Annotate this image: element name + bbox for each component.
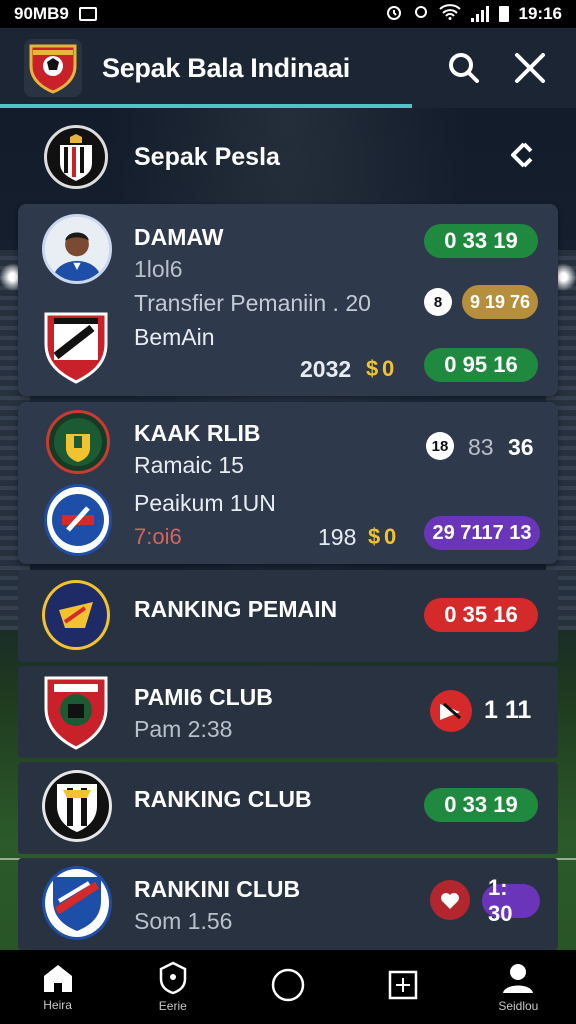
wifi-icon bbox=[438, 3, 461, 25]
flag-icon bbox=[430, 690, 472, 732]
stats-pill: 0 95 16 bbox=[424, 348, 538, 382]
coin-icon: $ bbox=[366, 356, 379, 381]
club-note: 7:oi6 bbox=[134, 524, 182, 549]
row-title: PAMI6 CLUB bbox=[134, 684, 273, 710]
circle-icon bbox=[271, 968, 305, 1002]
app-bar: Sepak Bala Indinaai bbox=[0, 28, 576, 108]
share-icon[interactable] bbox=[504, 139, 536, 176]
app-title: Sepak Bala Indinaai bbox=[102, 52, 350, 83]
status-bar: 90MB9 19:16 bbox=[0, 0, 576, 28]
status-time: 19:16 bbox=[518, 4, 562, 23]
club-crest-icon bbox=[42, 866, 112, 940]
nav-clubs[interactable]: Eerie bbox=[128, 961, 218, 1013]
section-header: Sepak Pesla bbox=[0, 114, 576, 200]
heart-shield-icon bbox=[430, 880, 470, 920]
nav-add[interactable] bbox=[358, 969, 448, 1005]
shield-icon bbox=[159, 961, 187, 995]
club-crest-icon bbox=[42, 310, 110, 384]
signal-icon bbox=[470, 6, 489, 22]
club-crest-icon bbox=[44, 484, 112, 556]
player-position: BemAin bbox=[134, 324, 215, 350]
score-b: 36 bbox=[508, 434, 534, 460]
score-pill: 0 33 19 bbox=[424, 224, 538, 258]
status-left-text: 90MB9 bbox=[14, 4, 69, 23]
club-secondary: Peaikum 1UN bbox=[134, 490, 276, 516]
row-badge: 1 11 bbox=[484, 696, 532, 724]
club-name: KAAK RLIB bbox=[134, 420, 261, 446]
nav-label: Eerie bbox=[158, 999, 187, 1013]
add-square-icon bbox=[388, 970, 418, 1000]
score-a: 83 bbox=[468, 434, 494, 460]
list-item[interactable]: RANKING PEMAIN 0 35 16 bbox=[18, 570, 558, 662]
vibrate-icon bbox=[413, 3, 429, 26]
transfer-label: Transfier Pemaniin . 20 bbox=[134, 290, 371, 316]
alarm-icon bbox=[385, 3, 403, 26]
player-name: DAMAW bbox=[134, 224, 224, 250]
nav-label: Seidlou bbox=[498, 999, 539, 1013]
club-crest-icon bbox=[44, 125, 108, 189]
row-subtitle: Pam 2:38 bbox=[134, 716, 233, 742]
stats-pill: 1: 30 bbox=[482, 875, 540, 926]
transfer-year: 2032 bbox=[300, 356, 352, 382]
close-icon[interactable] bbox=[508, 46, 552, 90]
club-crest-icon bbox=[42, 770, 112, 842]
nav-label: Heira bbox=[43, 998, 72, 1012]
coin-value: 0 bbox=[384, 524, 397, 549]
stats-pill: 0 33 19 bbox=[424, 788, 538, 822]
home-icon bbox=[43, 965, 72, 992]
list-item[interactable]: RANKINI CLUB Som 1.56 1: 30 bbox=[18, 858, 558, 950]
nav-profile[interactable]: Seidlou bbox=[473, 961, 563, 1013]
club-crest-icon bbox=[42, 580, 110, 650]
rating-dot: 18 bbox=[426, 432, 454, 460]
row-title: RANKING PEMAIN bbox=[134, 596, 338, 622]
player-transfer-card[interactable]: DAMAW 1lol6 Transfier Pemaniin . 20 BemA… bbox=[18, 204, 558, 396]
rating-dot: 8 bbox=[424, 288, 452, 316]
coin-icon: $ bbox=[368, 524, 381, 549]
list-item[interactable]: RANKING CLUB 0 33 19 bbox=[18, 762, 558, 854]
battery-icon bbox=[498, 6, 509, 22]
coin-value: 0 bbox=[382, 356, 395, 381]
row-title: RANKING CLUB bbox=[134, 786, 312, 812]
row-subtitle: Som 1.56 bbox=[134, 908, 233, 934]
tab-indicator bbox=[0, 104, 412, 108]
stats-pill: 0 35 16 bbox=[424, 598, 538, 632]
club-transfer-card[interactable]: KAAK RLIB Ramaic 15 Peaikum 1UN 7:oi6 18… bbox=[18, 402, 558, 564]
notification-icon bbox=[78, 7, 97, 21]
club-count: 198 bbox=[318, 524, 357, 550]
club-crest-icon bbox=[42, 674, 110, 750]
bottom-nav: Heira Eerie Seidlou bbox=[0, 950, 576, 1024]
list-item[interactable]: PAMI6 CLUB Pam 2:38 1 11 bbox=[18, 666, 558, 758]
player-detail: 1lol6 bbox=[134, 256, 183, 282]
club-detail: Ramaic 15 bbox=[134, 452, 244, 478]
transfer-fee-pill: 9 19 76 bbox=[462, 285, 538, 319]
app-logo-icon bbox=[24, 39, 82, 97]
club-crest-icon bbox=[46, 410, 110, 474]
section-title: Sepak Pesla bbox=[134, 142, 280, 171]
row-title: RANKINI CLUB bbox=[134, 876, 301, 902]
search-icon[interactable] bbox=[442, 46, 486, 90]
nav-center[interactable] bbox=[243, 967, 333, 1007]
nav-home[interactable]: Heira bbox=[13, 962, 103, 1012]
profile-icon bbox=[503, 964, 534, 993]
stats-pill: 29 7117 13 bbox=[424, 516, 540, 550]
player-avatar bbox=[42, 214, 112, 284]
